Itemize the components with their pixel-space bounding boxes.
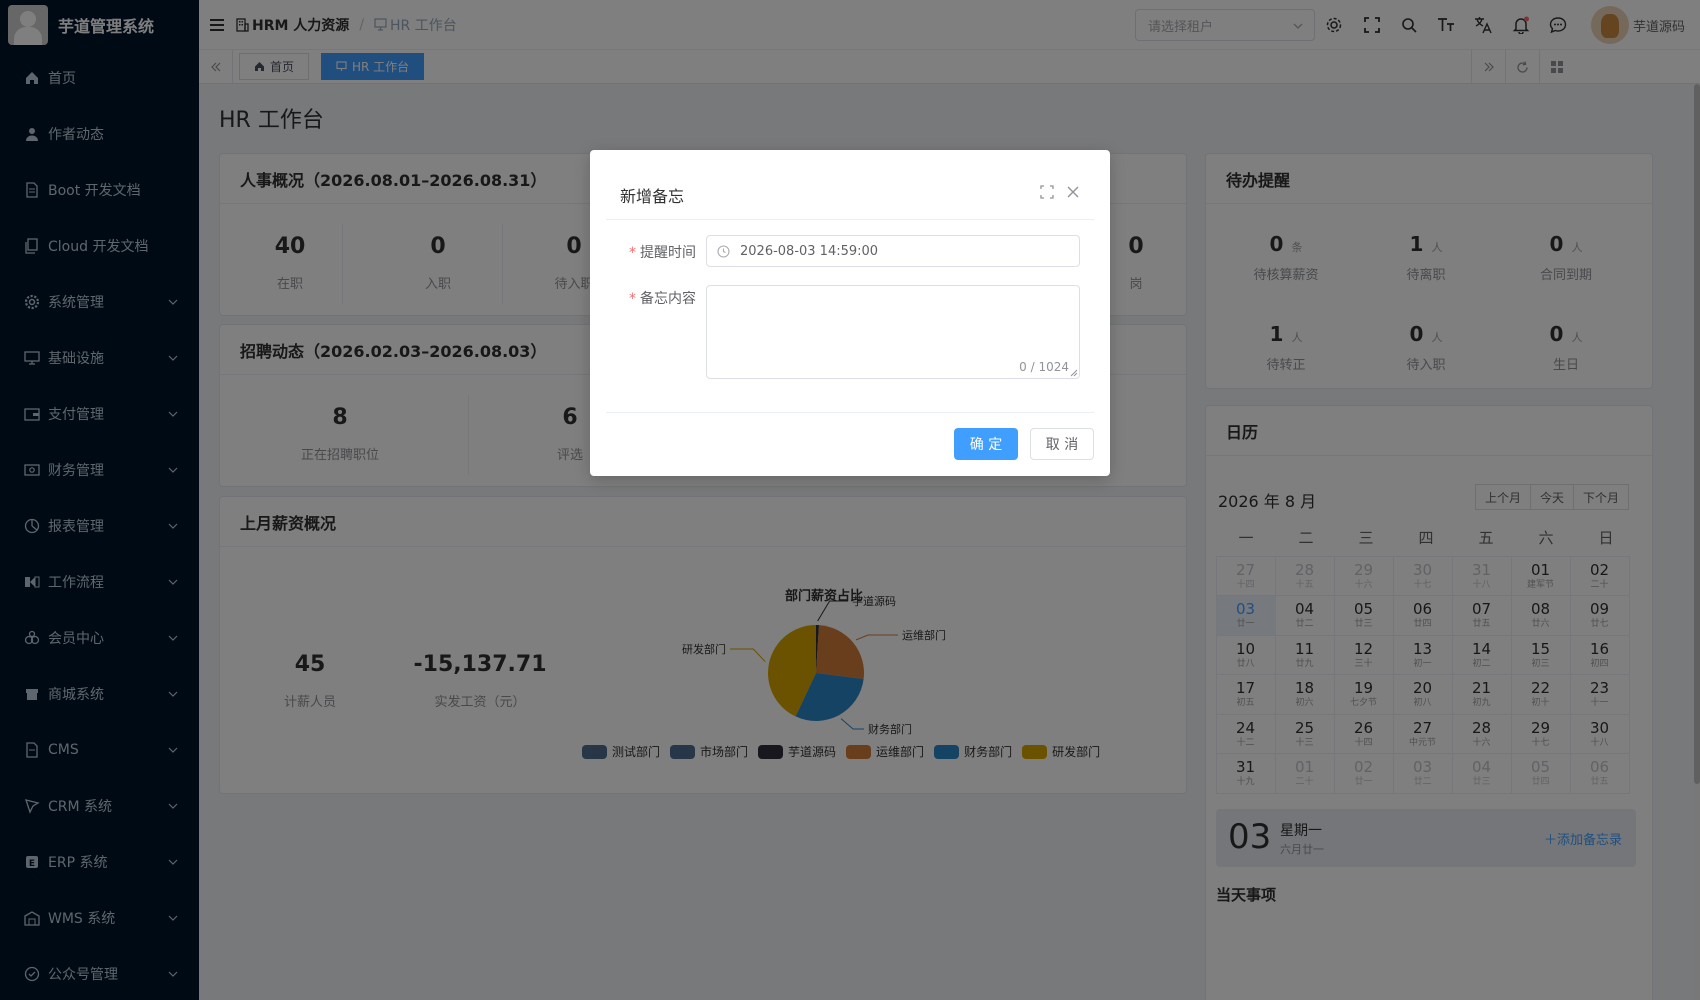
char-count: 0 / 1024 — [1019, 360, 1069, 374]
cancel-button[interactable]: 取 消 — [1030, 428, 1094, 460]
dialog-footer-divider — [606, 412, 1094, 413]
content-label: * 备忘内容 — [629, 291, 696, 307]
time-label-text: 提醒时间 — [640, 245, 696, 261]
resize-handle-icon[interactable] — [1070, 369, 1078, 377]
maximize-icon[interactable] — [1040, 185, 1054, 199]
time-label: * 提醒时间 — [629, 245, 696, 261]
dialog-controls — [1040, 185, 1080, 199]
reminder-time-value: 2026-08-03 14:59:00 — [740, 243, 879, 259]
clock-icon — [717, 244, 730, 258]
close-icon[interactable] — [1066, 185, 1080, 199]
confirm-button[interactable]: 确 定 — [954, 428, 1018, 460]
content-label-text: 备忘内容 — [640, 291, 696, 307]
reminder-time-input[interactable]: 2026-08-03 14:59:00 — [706, 235, 1080, 267]
dialog-title: 新增备忘 — [620, 187, 685, 206]
add-memo-dialog: 新增备忘 * 提醒时间 2026-08-03 14:59:00 * 备忘内容 0 /… — [590, 150, 1110, 476]
memo-content-textarea[interactable]: 0 / 1024 — [706, 285, 1080, 379]
dialog-header-divider — [606, 219, 1094, 220]
